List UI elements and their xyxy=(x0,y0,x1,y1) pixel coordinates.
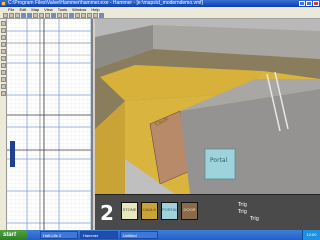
cut-icon[interactable] xyxy=(33,13,38,18)
run-map-icon[interactable] xyxy=(99,13,104,18)
apply-texture-icon[interactable] xyxy=(1,63,6,68)
3d-scene[interactable] xyxy=(95,19,320,194)
block-tool-icon[interactable] xyxy=(1,49,6,54)
close-button[interactable] xyxy=(313,1,319,6)
camera-tool-icon[interactable] xyxy=(1,35,6,40)
group-icon[interactable] xyxy=(75,13,80,18)
copy-icon[interactable] xyxy=(39,13,44,18)
window-controls xyxy=(299,1,319,6)
new-file-icon[interactable] xyxy=(3,13,8,18)
tools-palette xyxy=(0,19,7,230)
main-toolbar xyxy=(0,12,320,19)
texture-slot-4[interactable]: DOOR xyxy=(181,202,198,220)
path-tool-icon[interactable] xyxy=(1,91,6,96)
texture-tool-icon[interactable] xyxy=(1,56,6,61)
texture-lock-icon[interactable] xyxy=(93,13,98,18)
texture-bar: 2 STONE CAULK PORTAL DOOR Trig Trig Trig xyxy=(95,194,320,230)
save-icon[interactable] xyxy=(15,13,20,18)
grid-canvas[interactable] xyxy=(7,19,93,230)
texture-slot-3[interactable]: PORTAL xyxy=(161,202,178,220)
hide-icon[interactable] xyxy=(87,13,92,18)
title-bar: C:\Program Files\Valve\Hammer\hammer.exe… xyxy=(0,0,320,7)
open-file-icon[interactable] xyxy=(9,13,14,18)
taskbar-item-3[interactable]: Untitled xyxy=(120,231,158,239)
grid-smaller-icon[interactable] xyxy=(57,13,62,18)
magnify-tool-icon[interactable] xyxy=(1,28,6,33)
grid-larger-icon[interactable] xyxy=(63,13,68,18)
portal-sign[interactable] xyxy=(204,148,236,180)
carve-icon[interactable] xyxy=(69,13,74,18)
2d-grid-viewport[interactable] xyxy=(7,19,93,230)
texture-slot-1[interactable]: STONE xyxy=(121,202,138,220)
selection-tool-icon[interactable] xyxy=(1,21,6,26)
portal-sign-label: Portal xyxy=(210,157,228,164)
vertex-tool-icon[interactable] xyxy=(1,84,6,89)
entity-tool-icon[interactable] xyxy=(1,42,6,47)
3d-camera-viewport[interactable]: Portal Caulk xyxy=(95,19,320,194)
texture-slot-2[interactable]: CAULK xyxy=(141,202,158,220)
window-title: C:\Program Files\Valve\Hammer\hammer.exe… xyxy=(8,0,203,6)
decal-tool-icon[interactable] xyxy=(1,70,6,75)
taskbar-item-2[interactable]: Hammer xyxy=(80,231,118,239)
app-icon xyxy=(1,1,6,6)
start-button[interactable]: start xyxy=(0,230,28,240)
taskbar-item-1[interactable]: Half-Life 2 xyxy=(40,231,78,239)
trig-label-2: Trig xyxy=(238,209,247,215)
undo-icon[interactable] xyxy=(21,13,26,18)
selected-brush[interactable] xyxy=(10,141,15,167)
minimize-button[interactable] xyxy=(299,1,305,6)
paste-icon[interactable] xyxy=(45,13,50,18)
ungroup-icon[interactable] xyxy=(81,13,86,18)
maximize-button[interactable] xyxy=(306,1,312,6)
grid-toggle-icon[interactable] xyxy=(51,13,56,18)
trig-label-1: Trig xyxy=(238,202,247,208)
trig-label-3: Trig xyxy=(250,216,259,222)
system-tray-clock: 12:00 xyxy=(302,230,320,240)
taskbar: start Half-Life 2 Hammer Untitled 12:00 xyxy=(0,230,320,240)
redo-icon[interactable] xyxy=(27,13,32,18)
texture-group-number: 2 xyxy=(100,201,114,225)
clip-tool-icon[interactable] xyxy=(1,77,6,82)
